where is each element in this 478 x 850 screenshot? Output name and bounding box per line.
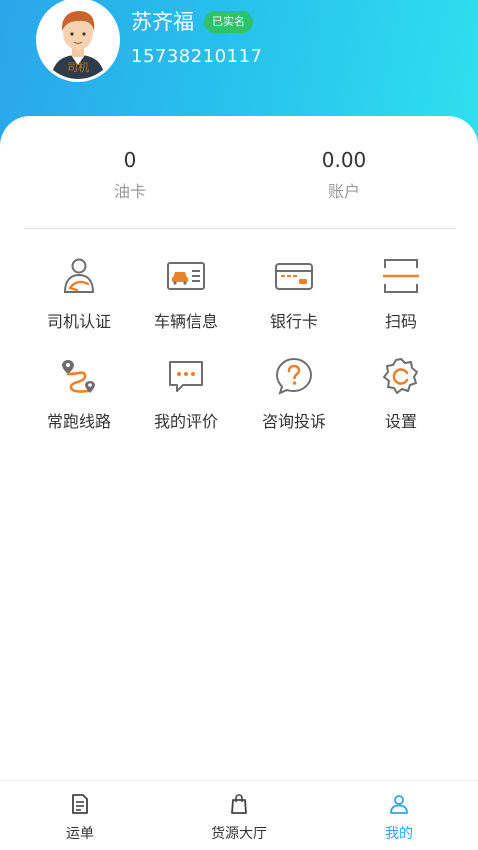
tab-label: 运单 <box>66 826 94 842</box>
menu-label: 我的评价 <box>153 412 218 431</box>
menu-scan[interactable]: 扫码 <box>346 256 456 340</box>
menu-label: 银行卡 <box>269 312 318 331</box>
help-icon <box>275 357 313 395</box>
profile-icon <box>390 795 408 814</box>
tab-cargo-hall[interactable]: 货源大厅 <box>174 781 304 850</box>
profile-card: 0 油卡 0.00 账户 司机认证 车辆信息 银行卡 扫码 常跑线路 我的评价 … <box>0 116 478 786</box>
vehicle-info-icon <box>167 262 205 290</box>
fuel-card-value: 0 <box>123 148 137 172</box>
divider <box>24 228 456 229</box>
menu-bank-card[interactable]: 银行卡 <box>239 256 349 340</box>
menu-label: 常跑线路 <box>46 412 111 431</box>
menu-frequent-routes[interactable]: 常跑线路 <box>24 356 134 440</box>
driver-role-tag: 司机 <box>67 61 89 74</box>
scan-icon <box>383 259 419 293</box>
tab-label: 我的 <box>385 826 413 842</box>
menu-label: 咨询投诉 <box>261 412 326 431</box>
menu-settings[interactable]: 设置 <box>346 356 456 440</box>
settings-icon <box>383 358 418 394</box>
menu-consult-complaint[interactable]: 咨询投诉 <box>239 356 349 440</box>
user-name: 苏齐福 <box>131 10 194 34</box>
menu-my-reviews[interactable]: 我的评价 <box>131 356 241 440</box>
bottom-tab-bar: 运单 货源大厅 我的 <box>0 780 478 850</box>
fuel-card-stat[interactable]: 0 油卡 <box>70 146 190 202</box>
tab-label: 货源大厅 <box>211 826 267 842</box>
menu-vehicle-info[interactable]: 车辆信息 <box>131 256 241 340</box>
phone-number: 15738210117 <box>131 46 263 67</box>
menu-label: 司机认证 <box>46 312 111 331</box>
menu-label: 设置 <box>384 412 417 431</box>
avatar[interactable]: 司机 <box>36 0 120 82</box>
menu-driver-certification[interactable]: 司机认证 <box>24 256 134 340</box>
menu-label: 车辆信息 <box>153 312 218 331</box>
verified-badge: 已实名 <box>204 11 253 33</box>
account-value: 0.00 <box>321 148 367 172</box>
menu-label: 扫码 <box>384 312 417 331</box>
route-icon <box>62 360 95 393</box>
waybill-icon <box>72 794 88 814</box>
driver-certification-icon <box>63 258 95 293</box>
tab-mine[interactable]: 我的 <box>334 781 464 850</box>
tab-waybill[interactable]: 运单 <box>15 781 145 850</box>
fuel-card-label: 油卡 <box>113 182 146 201</box>
bank-card-icon <box>275 263 313 290</box>
account-stat[interactable]: 0.00 账户 <box>284 146 404 202</box>
account-label: 账户 <box>327 182 360 201</box>
review-icon <box>169 361 203 392</box>
cargo-hall-icon <box>231 794 247 814</box>
